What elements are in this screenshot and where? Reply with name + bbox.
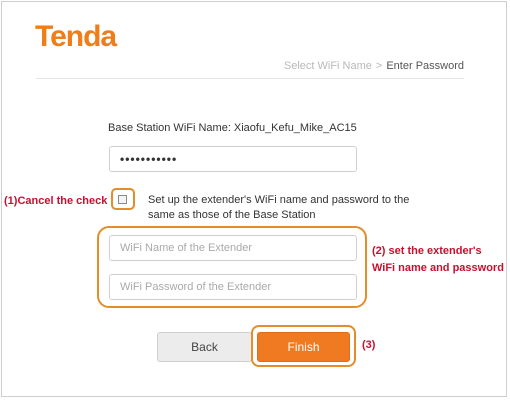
breadcrumb-step-enter-password: Enter Password bbox=[386, 60, 464, 72]
tenda-logo: Tenda bbox=[35, 20, 117, 53]
breadcrumb-step-select-wifi[interactable]: Select WiFi Name bbox=[284, 60, 372, 72]
annotation-cancel-check: (1)Cancel the check bbox=[4, 195, 108, 207]
breadcrumb-separator: > bbox=[375, 60, 383, 72]
base-station-label-text: Base Station WiFi Name: bbox=[108, 122, 231, 134]
same-as-base-checkbox[interactable] bbox=[118, 195, 127, 204]
extender-wifi-password-input[interactable] bbox=[109, 274, 357, 300]
annotation-finish-step: (3) bbox=[362, 339, 376, 351]
annotation-set-extender-line1: (2) set the extender's bbox=[372, 245, 482, 257]
base-station-label: Base Station WiFi Name: Xiaofu_Kefu_Mike_… bbox=[108, 122, 357, 134]
extender-wifi-name-input[interactable] bbox=[109, 235, 357, 261]
back-button[interactable]: Back bbox=[157, 332, 252, 362]
same-as-base-label: Set up the extender's WiFi name and pass… bbox=[148, 194, 410, 221]
finish-button[interactable]: Finish bbox=[257, 332, 350, 362]
annotation-set-extender-line2: WiFi name and password bbox=[372, 262, 504, 274]
base-station-wifi-name: Xiaofu_Kefu_Mike_AC15 bbox=[233, 122, 357, 134]
breadcrumb: Select WiFi Name > Enter Password bbox=[284, 60, 464, 72]
header-divider bbox=[36, 78, 464, 79]
base-station-password-field[interactable]: ••••••••••• bbox=[109, 146, 357, 172]
